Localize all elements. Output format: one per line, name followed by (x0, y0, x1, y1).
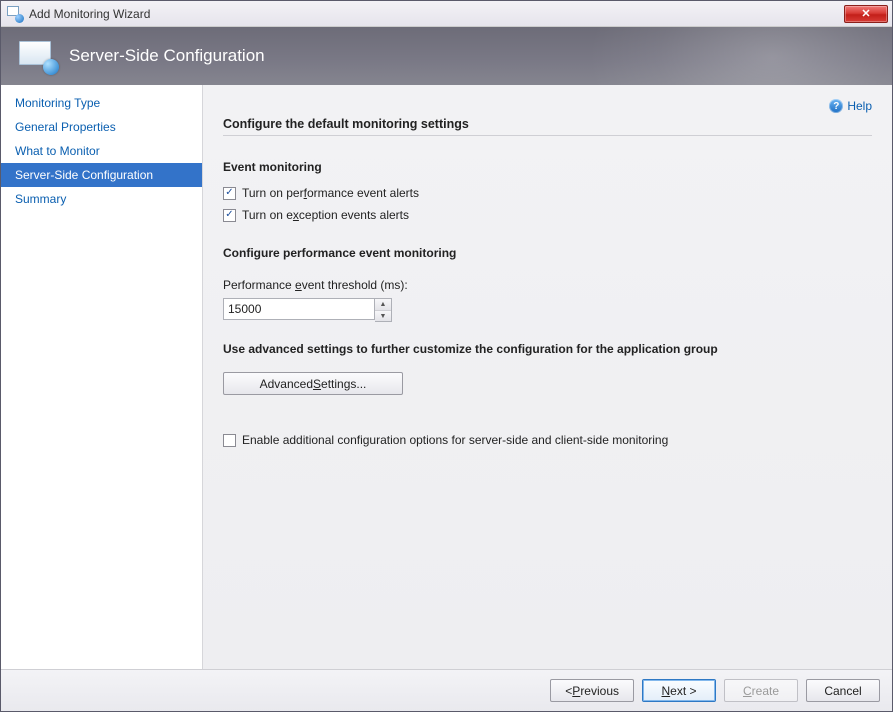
help-label: Help (847, 99, 872, 113)
sidebar-item-what-to-monitor[interactable]: What to Monitor (1, 139, 202, 163)
help-icon: ? (829, 99, 843, 113)
create-button: Create (724, 679, 798, 702)
sidebar-item-label: What to Monitor (15, 144, 100, 158)
body: Monitoring Type General Properties What … (1, 85, 892, 669)
spinner-down-icon[interactable]: ▼ (375, 310, 391, 321)
exception-alerts-row: Turn on exception events alerts (223, 208, 872, 222)
perf-config-heading: Configure performance event monitoring (223, 246, 872, 260)
banner-title: Server-Side Configuration (69, 46, 265, 66)
footer: < Previous Next > Create Cancel (1, 669, 892, 711)
sidebar-item-label: Summary (15, 192, 66, 206)
help-row: ? Help (223, 99, 872, 113)
exception-alerts-checkbox[interactable] (223, 209, 236, 222)
main-panel: ? Help Configure the default monitoring … (203, 85, 892, 669)
spinner-up-icon[interactable]: ▲ (375, 299, 391, 310)
sidebar-item-label: Server-Side Configuration (15, 168, 153, 182)
advanced-heading: Use advanced settings to further customi… (223, 342, 872, 356)
titlebar: Add Monitoring Wizard ✕ (1, 1, 892, 27)
event-monitoring-heading: Event monitoring (223, 160, 872, 174)
sidebar-item-general-properties[interactable]: General Properties (1, 115, 202, 139)
banner-icon (19, 41, 55, 71)
exception-alerts-label: Turn on exception events alerts (242, 208, 409, 222)
cancel-button[interactable]: Cancel (806, 679, 880, 702)
sidebar-item-server-side-configuration[interactable]: Server-Side Configuration (1, 163, 202, 187)
app-icon (7, 6, 23, 22)
sidebar: Monitoring Type General Properties What … (1, 85, 203, 669)
additional-config-checkbox[interactable] (223, 434, 236, 447)
threshold-spinner: ▲ ▼ (223, 298, 872, 322)
performance-alerts-label: Turn on performance event alerts (242, 186, 419, 200)
sidebar-item-summary[interactable]: Summary (1, 187, 202, 211)
threshold-label: Performance event threshold (ms): (223, 278, 872, 292)
sidebar-item-label: General Properties (15, 120, 116, 134)
sidebar-item-monitoring-type[interactable]: Monitoring Type (1, 91, 202, 115)
banner: Server-Side Configuration (1, 27, 892, 85)
additional-config-row: Enable additional configuration options … (223, 433, 872, 447)
additional-config-label: Enable additional configuration options … (242, 433, 668, 447)
previous-button[interactable]: < Previous (550, 679, 634, 702)
threshold-spinner-buttons: ▲ ▼ (375, 298, 392, 322)
section-title: Configure the default monitoring setting… (223, 117, 872, 136)
close-button[interactable]: ✕ (844, 5, 888, 23)
sidebar-item-label: Monitoring Type (15, 96, 100, 110)
threshold-input[interactable] (223, 298, 375, 320)
help-link[interactable]: ? Help (829, 99, 872, 113)
wizard-window: Add Monitoring Wizard ✕ Server-Side Conf… (0, 0, 893, 712)
window-title: Add Monitoring Wizard (29, 7, 844, 21)
next-button[interactable]: Next > (642, 679, 716, 702)
performance-alerts-checkbox[interactable] (223, 187, 236, 200)
close-icon: ✕ (861, 7, 870, 20)
performance-alerts-row: Turn on performance event alerts (223, 186, 872, 200)
advanced-settings-button[interactable]: Advanced Settings... (223, 372, 403, 395)
